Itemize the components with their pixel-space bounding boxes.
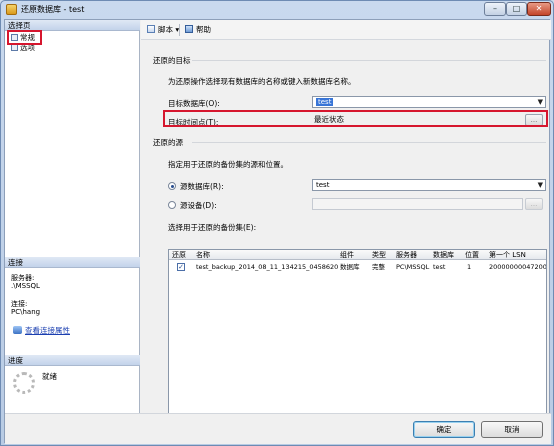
- minimize-button[interactable]: –: [484, 2, 506, 16]
- column-header-server[interactable]: 服务器: [396, 250, 417, 260]
- ok-button[interactable]: 确定: [413, 421, 475, 438]
- radio-selected-icon: [168, 182, 176, 190]
- radio-unselected-icon: [168, 201, 176, 209]
- cell-database: test: [433, 263, 446, 271]
- cell-type: 完整: [372, 263, 385, 271]
- help-icon: [185, 25, 193, 33]
- dialog-client: 选择页 常规 选项 连接 服务器: .\MSSQL 连接: PC\hang 查看…: [4, 19, 551, 444]
- cell-first-lsn: 20000000047200005: [489, 263, 547, 271]
- cell-server: PC\MSSQL: [396, 263, 430, 271]
- script-button[interactable]: 脚本 ▾: [147, 24, 179, 36]
- highlight-box-target-time: [163, 110, 548, 127]
- radio-label: 源数据库(R):: [180, 182, 224, 191]
- column-header-restore[interactable]: 还原: [172, 250, 186, 260]
- server-value: .\MSSQL: [11, 282, 40, 290]
- source-description: 指定用于还原的备份集的源和位置。: [168, 160, 288, 169]
- backup-sets-grid[interactable]: 还原 名称 组件 类型 服务器 数据库 位置 第一个 LSN ✓ test_ba…: [168, 249, 547, 426]
- page-icon: [11, 44, 18, 51]
- link-label: 查看连接属性: [25, 326, 70, 335]
- button-bar: 确定 取消: [5, 413, 551, 444]
- column-header-component[interactable]: 组件: [340, 250, 354, 260]
- chevron-down-icon: ▼: [537, 181, 543, 189]
- cell-position: 1: [467, 263, 472, 271]
- group-divider: [192, 142, 546, 143]
- column-header-database[interactable]: 数据库: [433, 250, 454, 260]
- toolbar-separator: [179, 24, 180, 36]
- source-device-browse-button[interactable]: ...: [525, 198, 543, 210]
- properties-icon: [13, 326, 22, 334]
- maximize-button[interactable]: □: [506, 2, 527, 16]
- target-db-value: test: [316, 98, 334, 106]
- connection-header: 连接: [5, 257, 140, 268]
- target-group-title: 还原的目标: [153, 56, 191, 65]
- restore-database-window: 还原数据库 - test – □ ✕ 选择页 常规 选项 连接 服务器: .\M…: [0, 0, 554, 446]
- view-connection-properties-link[interactable]: 查看连接属性: [13, 325, 70, 336]
- connection-label: 连接:: [11, 300, 28, 308]
- script-label: 脚本: [158, 25, 173, 34]
- source-database-radio[interactable]: 源数据库(R):: [168, 182, 224, 192]
- highlight-box-general: [7, 30, 42, 45]
- progress-status: 就绪: [42, 372, 57, 381]
- toolbar: 脚本 ▾ 帮助: [141, 20, 551, 40]
- title-bar[interactable]: 还原数据库 - test – □ ✕: [1, 1, 553, 19]
- window-title: 还原数据库 - test: [21, 5, 85, 14]
- chevron-down-icon: ▼: [537, 98, 543, 106]
- column-header-type[interactable]: 类型: [372, 250, 386, 260]
- cell-name: test_backup_2014_08_11_134215_0458620: [196, 263, 339, 271]
- help-button[interactable]: 帮助: [185, 24, 211, 36]
- source-db-value: test: [316, 181, 330, 189]
- grid-header: 还原 名称 组件 类型 服务器 数据库 位置 第一个 LSN: [169, 250, 546, 260]
- backup-sets-label: 选择用于还原的备份集(E):: [168, 223, 257, 232]
- source-device-radio[interactable]: 源设备(D):: [168, 201, 217, 211]
- target-db-combo[interactable]: test ▼: [312, 96, 546, 108]
- cancel-button[interactable]: 取消: [481, 421, 543, 438]
- table-row[interactable]: ✓ test_backup_2014_08_11_134215_0458620 …: [169, 261, 547, 273]
- database-icon: [6, 4, 17, 15]
- progress-header: 进度: [5, 355, 140, 366]
- radio-label: 源设备(D):: [180, 201, 217, 210]
- left-panel: 选择页 常规 选项 连接 服务器: .\MSSQL 连接: PC\hang 查看…: [5, 20, 140, 413]
- restore-checkbox[interactable]: ✓: [177, 263, 185, 271]
- cell-component: 数据库: [340, 263, 360, 271]
- target-description: 为还原操作选择现有数据库的名称或键入新数据库名称。: [168, 77, 356, 86]
- connection-value: PC\hang: [11, 308, 41, 316]
- server-label: 服务器:: [11, 274, 35, 282]
- help-label: 帮助: [196, 25, 211, 34]
- column-header-position[interactable]: 位置: [465, 250, 479, 260]
- group-divider: [192, 60, 546, 61]
- progress-spinner-icon: [13, 372, 35, 394]
- target-db-label: 目标数据库(O):: [168, 99, 220, 108]
- source-group-title: 还原的源: [153, 138, 183, 147]
- column-header-name[interactable]: 名称: [196, 250, 210, 260]
- close-button[interactable]: ✕: [527, 2, 551, 16]
- source-db-combo[interactable]: test ▼: [312, 179, 546, 191]
- script-icon: [147, 25, 155, 33]
- source-device-field[interactable]: [312, 198, 523, 210]
- column-header-first-lsn[interactable]: 第一个 LSN: [489, 250, 526, 260]
